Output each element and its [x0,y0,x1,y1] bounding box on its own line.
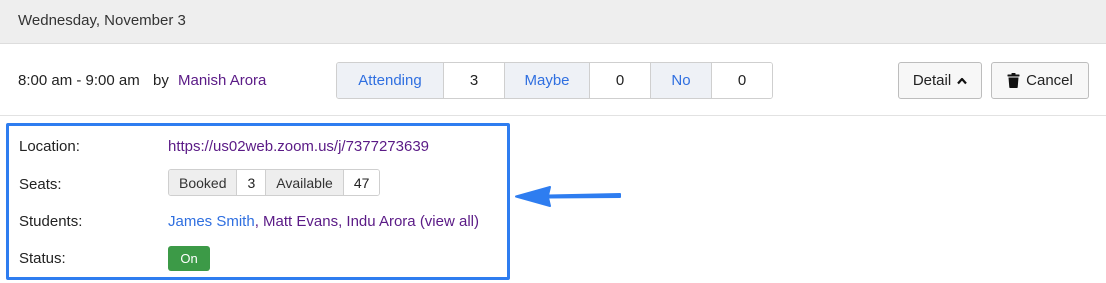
status-badge[interactable]: On [168,246,210,271]
event-row: 8:00 am - 9:00 am by Manish Arora Attend… [0,45,1106,116]
separator: , [254,213,264,230]
date-header-bar: Wednesday, November 3 [0,0,1106,44]
status-label: Status: [19,250,66,267]
rsvp-summary: Attending 3 Maybe 0 No 0 [336,62,773,99]
detail-button[interactable]: Detail [898,62,982,99]
booked-count: 3 [237,170,267,195]
event-time: 8:00 am - 9:00 am [18,72,140,89]
no-button[interactable]: No [651,63,712,98]
trash-icon [1007,73,1020,88]
student-link[interactable]: James Smith [168,213,255,230]
location-label: Location: [19,138,80,155]
student-link[interactable]: Matt Evans [263,213,338,230]
chevron-up-icon [957,77,967,85]
attending-button[interactable]: Attending [337,63,444,98]
no-count: 0 [712,63,772,98]
cancel-button-label: Cancel [1026,72,1073,89]
available-label: Available [266,170,344,195]
booked-label: Booked [169,170,238,195]
cancel-button[interactable]: Cancel [991,62,1089,99]
location-link[interactable]: https://us02web.zoom.us/j/7377273639 [168,138,429,155]
by-label: by [153,72,169,89]
maybe-count: 0 [590,63,651,98]
detail-button-label: Detail [912,72,952,89]
arrow-left-icon [512,176,624,220]
student-link[interactable]: Indu Arora [346,213,415,230]
organizer-link[interactable]: Manish Arora [178,72,266,89]
available-count: 47 [343,170,380,195]
view-all-link[interactable]: (view all) [420,213,479,230]
date-header: Wednesday, November 3 [18,12,186,29]
students-list: James Smith, Matt Evans, Indu Arora (vie… [168,213,479,230]
event-details-panel: Location: https://us02web.zoom.us/j/7377… [6,123,510,280]
seats-summary: Booked 3 Available 47 [168,169,381,196]
maybe-button[interactable]: Maybe [505,63,590,98]
seats-label: Seats: [19,176,62,193]
attending-count: 3 [444,63,505,98]
students-label: Students: [19,213,83,230]
